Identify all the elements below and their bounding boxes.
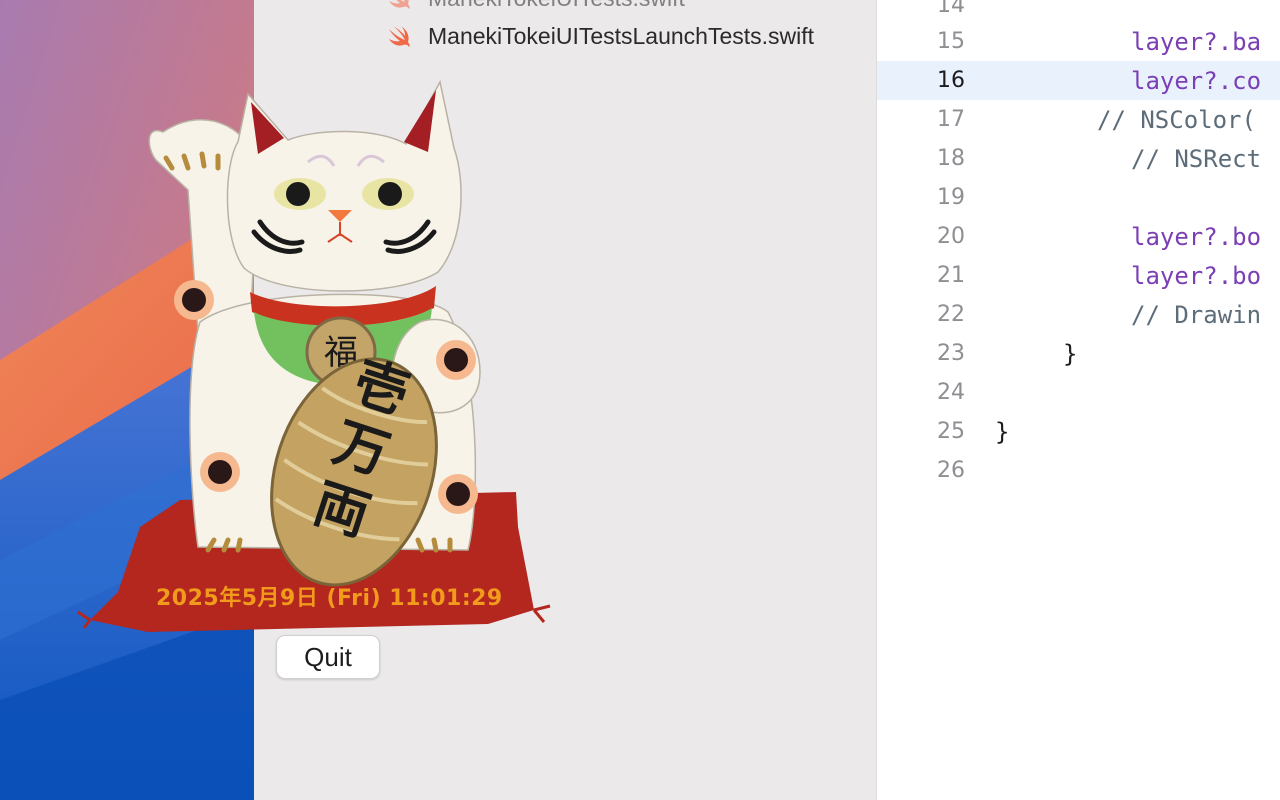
clock-display: 2025年5月9日 (Fri) 11:01:29: [156, 586, 503, 611]
code-text: layer?.ba: [1131, 27, 1262, 56]
code-line: 25 }: [877, 412, 1280, 451]
code-line: 15 layer?.ba: [877, 22, 1280, 61]
source-editor[interactable]: 14 15 layer?.ba 16 layer?.co 17 // NSCol…: [876, 0, 1280, 800]
code-text: layer?.bo: [1131, 261, 1262, 290]
code-line: 20 layer?.bo: [877, 217, 1280, 256]
code-text: layer?.co: [1131, 66, 1262, 95]
line-number: 26: [937, 458, 965, 483]
swift-file-icon: [384, 0, 414, 13]
code-text: }: [995, 417, 1010, 446]
code-line: 17 // NSColor(: [877, 100, 1280, 139]
line-number: 25: [937, 419, 965, 444]
line-number: 21: [937, 263, 965, 288]
line-number: 16: [937, 68, 965, 93]
line-number: 17: [937, 107, 965, 132]
navigator-item-label: ManekiTokeiUITests.swift: [428, 0, 836, 12]
code-line: 24: [877, 373, 1280, 412]
code-line: 26: [877, 451, 1280, 490]
line-number: 19: [937, 185, 965, 210]
code-line: 23 }: [877, 334, 1280, 373]
maneki-neko-clock-widget[interactable]: 福 壱万両: [77, 72, 558, 642]
code-text: }: [1063, 339, 1078, 368]
line-number: 20: [937, 224, 965, 249]
code-text: // Drawin: [1131, 300, 1262, 329]
maneki-neko-illustration: 福 壱万両: [77, 79, 551, 632]
swift-file-icon: [384, 21, 414, 51]
code-text: layer?.bo: [1131, 222, 1262, 251]
code-line: 19: [877, 178, 1280, 217]
code-text: // NSRect: [1131, 144, 1262, 173]
code-text: // NSColor(: [1097, 105, 1256, 134]
line-number: 15: [937, 29, 965, 54]
code-line: 18 // NSRect: [877, 139, 1280, 178]
navigator-item-label: ManekiTokeiUITestsLaunchTests.swift: [428, 22, 815, 49]
line-number: 23: [937, 341, 965, 366]
line-number: 22: [937, 302, 965, 327]
line-number: 14: [937, 0, 965, 18]
code-line: 22 // Drawin: [877, 295, 1280, 334]
code-line-current: 16 layer?.co: [877, 61, 1280, 100]
line-number: 24: [937, 380, 965, 405]
navigator-item-launch-tests[interactable]: ManekiTokeiUITestsLaunchTests.swift: [384, 16, 836, 56]
code-line: 21 layer?.bo: [877, 256, 1280, 295]
quit-button[interactable]: Quit: [276, 635, 380, 679]
line-number: 18: [937, 146, 965, 171]
